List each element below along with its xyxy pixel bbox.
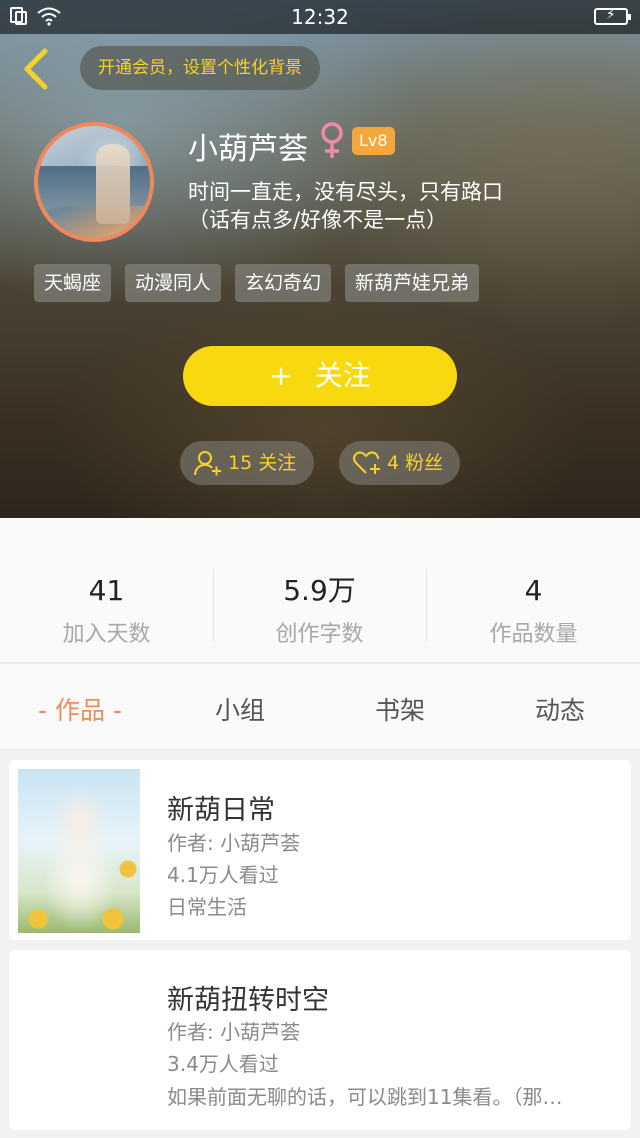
- profile-header: 12:32 ⚡ 开通会员，设置个性化背景 小葫芦荟 Lv8 时间一直走，没有尽头…: [0, 0, 640, 518]
- stat-label: 创作字数: [275, 622, 364, 647]
- status-bar: 12:32 ⚡: [0, 0, 640, 34]
- work-card[interactable]: 新葫日常 作者: 小葫芦荟 4.1万人看过 日常生活: [9, 760, 631, 940]
- stat-value: 4: [524, 574, 543, 607]
- tag[interactable]: 天蝎座: [34, 264, 112, 302]
- bio: 时间一直走，没有尽头，只有路口 （话有点多/好像不是一点）: [188, 178, 608, 234]
- bio-line: 时间一直走，没有尽头，只有路口: [188, 180, 503, 204]
- back-button[interactable]: [14, 46, 58, 92]
- heart-plus-icon: [353, 451, 380, 474]
- avatar[interactable]: [34, 122, 154, 242]
- stat-join-days: 41 加入天数: [0, 574, 213, 648]
- battery-icon: ⚡: [594, 7, 631, 25]
- add-user-icon: [194, 451, 221, 476]
- username: 小葫芦荟: [188, 132, 308, 167]
- tab-bar: - 作品 - 小组 书架 动态: [0, 664, 640, 750]
- book-author: 作者: 小葫芦荟: [167, 1020, 301, 1044]
- tag[interactable]: 新葫芦娃兄弟: [345, 264, 480, 302]
- stat-word-count: 5.9万 创作字数: [213, 574, 426, 648]
- following-count-button[interactable]: 15 关注: [180, 441, 314, 485]
- stat-label: 作品数量: [489, 622, 578, 647]
- book-views: 4.1万人看过: [167, 863, 279, 887]
- book-description: 如果前面无聊的话，可以跳到11集看。（那…: [167, 1085, 563, 1109]
- follow-label: 关注: [314, 359, 371, 392]
- tag[interactable]: 动漫同人: [125, 264, 222, 302]
- book-views: 3.4万人看过: [167, 1052, 279, 1076]
- book-description: 日常生活: [167, 895, 247, 919]
- profile-page: 12:32 ⚡ 开通会员，设置个性化背景 小葫芦荟 Lv8 时间一直走，没有尽头…: [0, 0, 640, 1138]
- plus-icon: +: [269, 359, 293, 392]
- stat-value: 5.9万: [283, 574, 356, 607]
- tab-works[interactable]: - 作品 -: [0, 691, 160, 727]
- fans-count: 4 粉丝: [387, 452, 444, 474]
- tab-activity[interactable]: 动态: [480, 691, 640, 727]
- bio-line: （话有点多/好像不是一点）: [188, 208, 448, 232]
- vip-background-prompt[interactable]: 开通会员，设置个性化背景: [80, 46, 320, 90]
- fans-count-button[interactable]: 4 粉丝: [339, 441, 460, 485]
- follow-button[interactable]: + 关注: [183, 346, 457, 406]
- tag-list: 天蝎座 动漫同人 玄幻奇幻 新葫芦娃兄弟: [34, 264, 480, 302]
- stat-works-count: 4 作品数量: [427, 574, 640, 648]
- tab-groups[interactable]: 小组: [160, 691, 320, 727]
- level-badge: Lv8: [352, 127, 395, 155]
- following-count: 15 关注: [228, 452, 297, 474]
- book-title: 新葫日常: [167, 795, 275, 826]
- book-author: 作者: 小葫芦荟: [167, 831, 301, 855]
- stats-bar: 41 加入天数 5.9万 创作字数 4 作品数量: [0, 518, 640, 663]
- work-card[interactable]: 新葫扭转时空 作者: 小葫芦荟 3.4万人看过 如果前面无聊的话，可以跳到11集…: [9, 950, 631, 1130]
- tab-bookshelf[interactable]: 书架: [320, 691, 480, 727]
- stat-value: 41: [88, 574, 125, 607]
- chevron-left-icon: [24, 48, 48, 90]
- status-time: 12:32: [291, 5, 349, 29]
- female-icon: [321, 122, 343, 158]
- stat-label: 加入天数: [62, 622, 151, 647]
- book-title: 新葫扭转时空: [167, 985, 329, 1016]
- tag[interactable]: 玄幻奇幻: [235, 264, 332, 302]
- book-cover: [18, 769, 140, 933]
